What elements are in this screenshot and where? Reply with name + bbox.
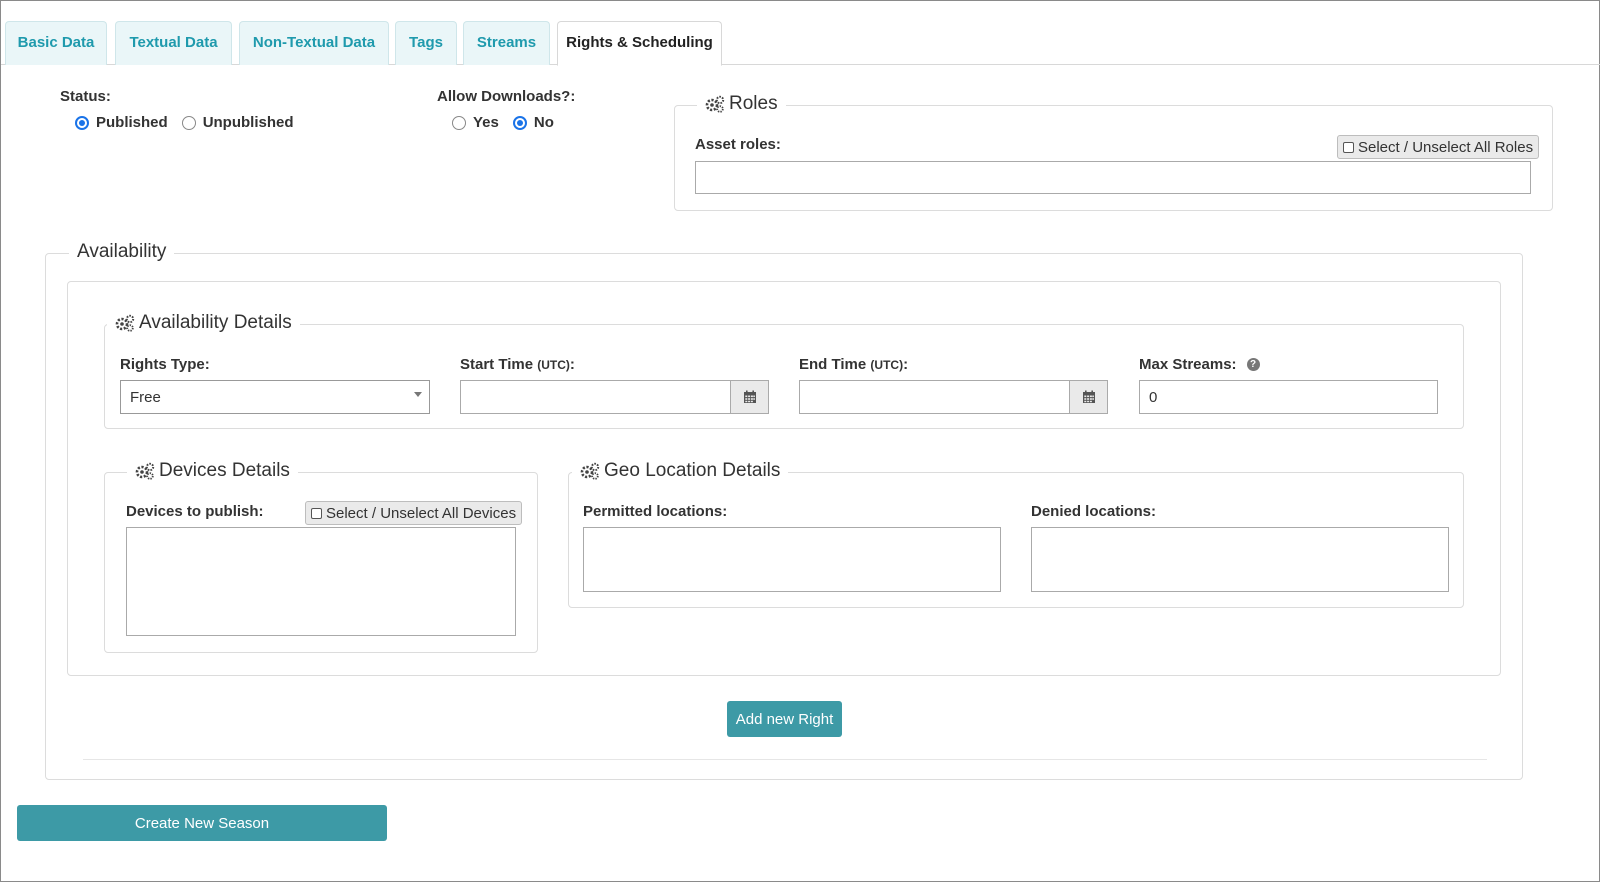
status-label: Status: xyxy=(60,88,111,105)
status-unpublished-label[interactable]: Unpublished xyxy=(203,114,294,131)
help-icon[interactable]: ? xyxy=(1246,358,1260,371)
devices-details-legend-text: Devices Details xyxy=(159,460,290,481)
permitted-locations-input[interactable] xyxy=(583,527,1001,592)
calendar-icon xyxy=(743,390,756,403)
gears-icon xyxy=(705,95,725,113)
tab-tags[interactable]: Tags xyxy=(395,21,457,65)
select-all-devices-checkbox[interactable] xyxy=(311,507,322,519)
availability-details-legend-text: Availability Details xyxy=(139,312,292,333)
start-time-calendar-button[interactable] xyxy=(730,380,769,414)
permitted-locations-label: Permitted locations: xyxy=(583,503,728,520)
divider xyxy=(83,759,1487,760)
select-all-roles-label: Select / Unselect All Roles xyxy=(1358,138,1534,156)
availability-details-legend: Availability Details xyxy=(107,312,300,334)
downloads-no-label[interactable]: No xyxy=(534,114,554,131)
end-time-calendar-button[interactable] xyxy=(1069,380,1108,414)
add-new-right-button[interactable]: Add new Right xyxy=(727,701,842,737)
status-radio-group: Published Unpublished xyxy=(75,114,294,131)
devices-to-publish-label: Devices to publish: xyxy=(126,503,264,520)
devices-details-legend: Devices Details xyxy=(127,460,298,482)
tab-basic-data[interactable]: Basic Data xyxy=(5,21,107,65)
tab-non-textual-data[interactable]: Non-Textual Data xyxy=(239,21,389,65)
rights-type-label: Rights Type: xyxy=(120,356,210,373)
rights-type-value: Free xyxy=(130,388,161,406)
asset-roles-input[interactable] xyxy=(695,161,1531,194)
start-time-input[interactable] xyxy=(460,380,731,414)
downloads-yes-label[interactable]: Yes xyxy=(473,114,499,131)
status-published-label[interactable]: Published xyxy=(96,114,168,131)
status-published-radio[interactable] xyxy=(75,115,89,130)
roles-legend-text: Roles xyxy=(729,93,778,114)
tab-rights-scheduling[interactable]: Rights & Scheduling xyxy=(557,21,722,66)
devices-to-publish-input[interactable] xyxy=(126,527,516,636)
calendar-icon xyxy=(1082,390,1095,403)
asset-roles-label: Asset roles: xyxy=(695,136,781,153)
tab-bar: Basic Data Textual Data Non-Textual Data… xyxy=(1,1,1600,66)
select-all-roles-checkbox[interactable] xyxy=(1343,141,1354,153)
rights-type-select[interactable]: Free xyxy=(120,380,430,414)
select-all-devices-button[interactable]: Select / Unselect All Devices xyxy=(305,501,523,525)
roles-legend: Roles xyxy=(697,93,786,115)
end-time-input[interactable] xyxy=(799,380,1070,414)
max-streams-input[interactable]: 0 xyxy=(1139,380,1438,414)
downloads-yes-radio[interactable] xyxy=(452,115,466,130)
availability-legend: Availability xyxy=(69,241,175,263)
create-new-season-button[interactable]: Create New Season xyxy=(17,805,387,841)
dropdown-arrow-icon xyxy=(414,392,422,397)
geo-location-legend-text: Geo Location Details xyxy=(604,460,781,481)
status-unpublished-radio[interactable] xyxy=(181,115,196,130)
downloads-no-radio[interactable] xyxy=(512,115,527,130)
geo-location-legend: Geo Location Details xyxy=(572,460,789,482)
select-all-devices-label: Select / Unselect All Devices xyxy=(326,504,517,522)
max-streams-label: Max Streams: ? xyxy=(1139,356,1260,373)
tab-streams[interactable]: Streams xyxy=(463,21,550,65)
end-time-label: End Time (UTC): xyxy=(799,356,909,373)
start-time-label: Start Time (UTC): xyxy=(460,356,575,373)
denied-locations-input[interactable] xyxy=(1031,527,1449,592)
downloads-radio-group: Yes No xyxy=(452,114,554,131)
tab-textual-data[interactable]: Textual Data xyxy=(115,21,232,65)
denied-locations-label: Denied locations: xyxy=(1031,503,1157,520)
gears-icon xyxy=(115,314,135,332)
select-all-roles-button[interactable]: Select / Unselect All Roles xyxy=(1337,135,1540,159)
gears-icon xyxy=(580,462,600,480)
gears-icon xyxy=(135,462,155,480)
allow-downloads-label: Allow Downloads?: xyxy=(437,88,576,105)
